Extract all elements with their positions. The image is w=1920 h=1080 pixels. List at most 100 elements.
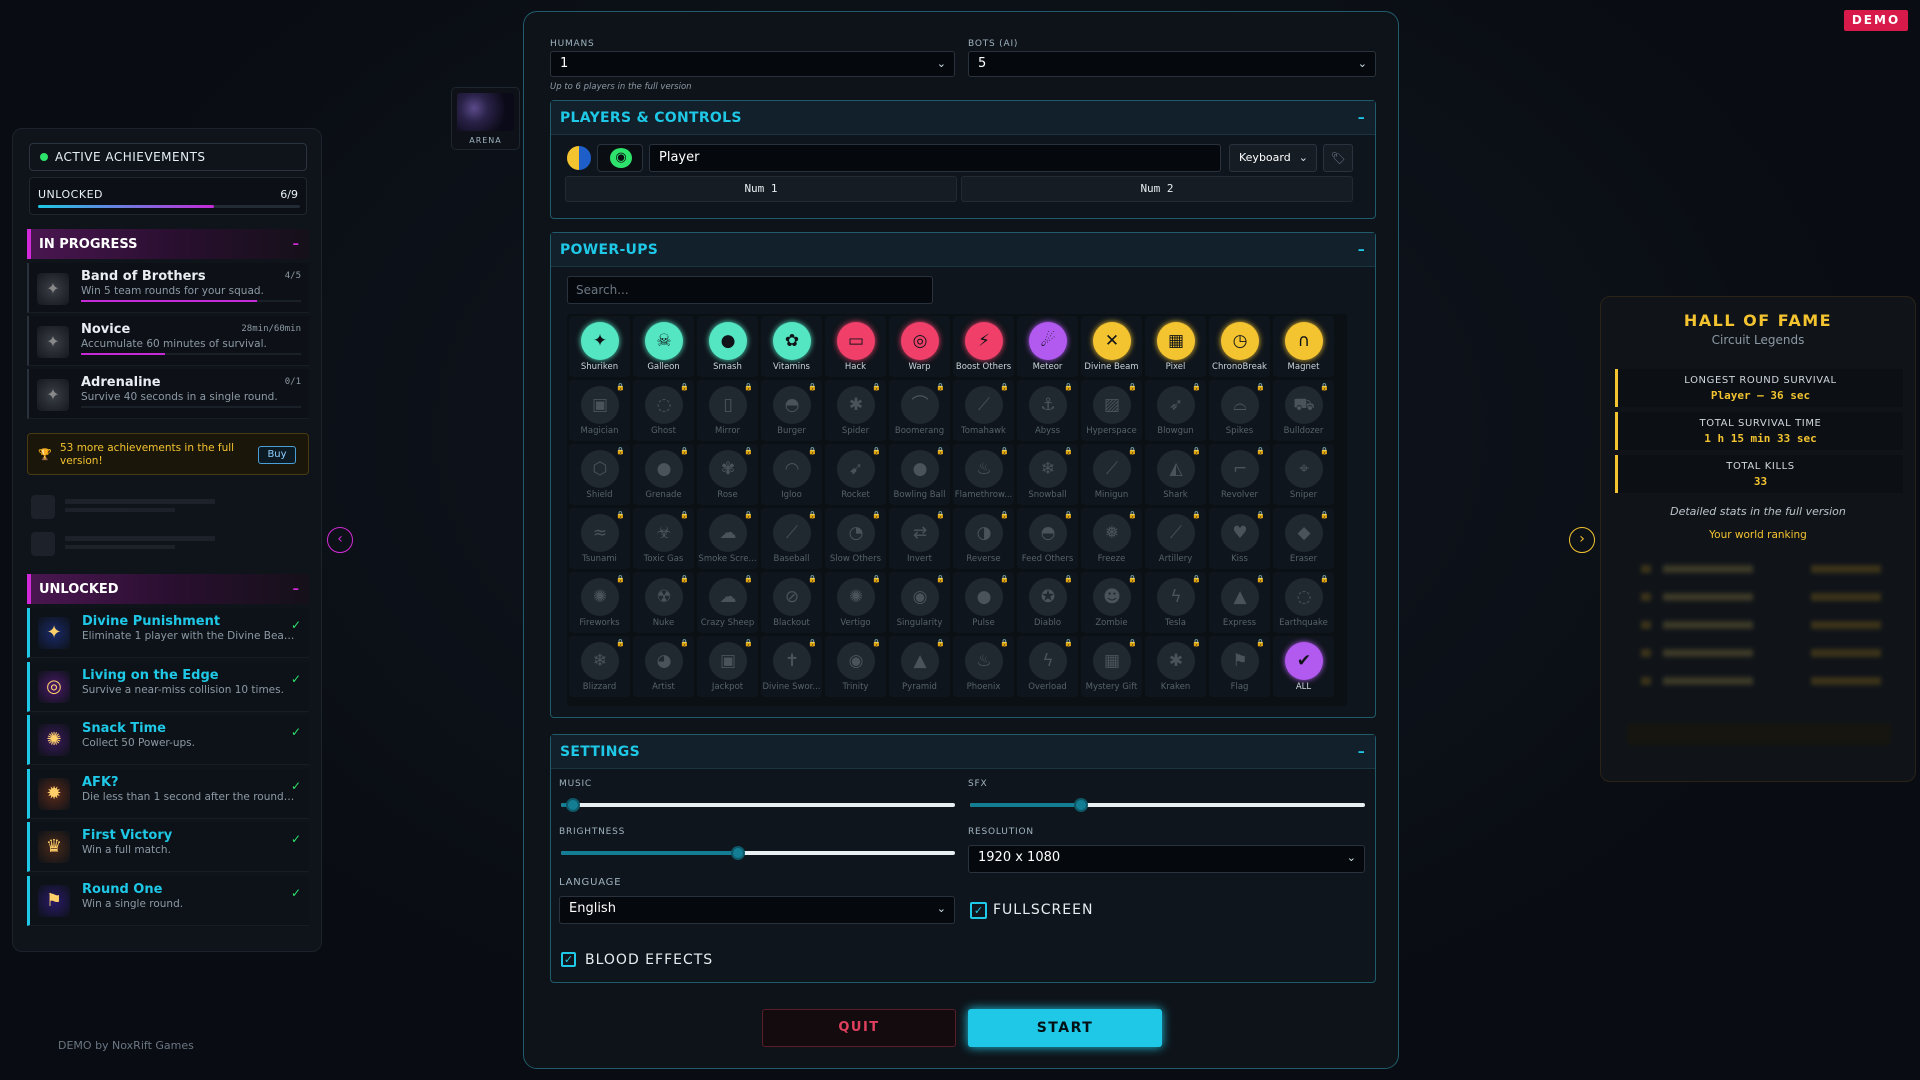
powerup-tile[interactable]: ▨ Hyperspace 🔒 [1081, 380, 1142, 441]
powerup-tile[interactable]: ✔ ALL [1273, 636, 1334, 697]
powerup-tile[interactable]: ∩ Magnet [1273, 316, 1334, 377]
powerup-tile[interactable]: ⌒ Boomerang 🔒 [889, 380, 950, 441]
powerup-tile[interactable]: ❅ Freeze 🔒 [1081, 508, 1142, 569]
powerup-tile[interactable]: ϟ Overload 🔒 [1017, 636, 1078, 697]
powerup-tile[interactable]: ✺ Vertigo 🔒 [825, 572, 886, 633]
powerup-tile[interactable]: ✕ Divine Beam [1081, 316, 1142, 377]
powerup-tile[interactable]: ▦ Mystery Gift 🔒 [1081, 636, 1142, 697]
powerup-tile[interactable]: ● Grenade 🔒 [633, 444, 694, 505]
powerup-tile[interactable]: ◓ Burger 🔒 [761, 380, 822, 441]
powerup-tile[interactable]: ◉ Trinity 🔒 [825, 636, 886, 697]
in-progress-section-header[interactable]: IN PROGRESS – [27, 229, 309, 259]
powerup-tile[interactable]: ● Smash [697, 316, 758, 377]
powerup-tile[interactable]: ▯ Mirror 🔒 [697, 380, 758, 441]
collapse-icon[interactable]: – [293, 237, 300, 252]
powerup-search-input[interactable]: Search... [567, 276, 933, 304]
arena-thumbnail[interactable]: ARENA [451, 87, 520, 150]
next-arrow-button[interactable]: › [1569, 527, 1595, 553]
start-button[interactable]: START [968, 1009, 1162, 1047]
humans-select[interactable]: 1 ⌄ [550, 51, 955, 77]
language-select[interactable]: English ⌄ [559, 896, 955, 924]
powerup-tile[interactable]: ◭ Shark 🔒 [1145, 444, 1206, 505]
powerup-tile[interactable]: ✪ Diablo 🔒 [1017, 572, 1078, 633]
powerup-tile[interactable]: ◔ Slow Others 🔒 [825, 508, 886, 569]
powerup-tile[interactable]: ☠ Galleon [633, 316, 694, 377]
powerup-tile[interactable]: ✾ Rose 🔒 [697, 444, 758, 505]
powerup-tile[interactable]: ⚓ Abyss 🔒 [1017, 380, 1078, 441]
powerup-tile[interactable]: ❄ Blizzard 🔒 [569, 636, 630, 697]
powerup-tile[interactable]: ✦ Shuriken [569, 316, 630, 377]
player-color-icon[interactable] [565, 144, 593, 172]
powerup-tile[interactable]: ⟋ Minigun 🔒 [1081, 444, 1142, 505]
powerup-tile[interactable]: ☄ Meteor [1017, 316, 1078, 377]
powerup-tile[interactable]: ⇄ Invert 🔒 [889, 508, 950, 569]
powerup-tile[interactable]: ✱ Kraken 🔒 [1145, 636, 1206, 697]
powerup-tile[interactable]: ⌓ Spikes 🔒 [1209, 380, 1270, 441]
music-slider-handle[interactable] [565, 798, 580, 812]
blood-effects-checkbox[interactable]: ✓ [561, 952, 576, 967]
brightness-slider-handle[interactable] [731, 846, 746, 860]
fullscreen-checkbox[interactable]: ✓ [970, 902, 987, 919]
settings-header[interactable]: SETTINGS – [551, 735, 1375, 769]
powerups-header[interactable]: POWER-UPS – [551, 233, 1375, 267]
powerup-tile[interactable]: ✱ Spider 🔒 [825, 380, 886, 441]
powerup-tile[interactable]: ▣ Magician 🔒 [569, 380, 630, 441]
powerup-tile[interactable]: ◷ ChronoBreak [1209, 316, 1270, 377]
powerup-tile[interactable]: ⬡ Shield 🔒 [569, 444, 630, 505]
key-left-button[interactable]: Num 1 [565, 176, 957, 202]
powerup-tile[interactable]: ♥ Kiss 🔒 [1209, 508, 1270, 569]
resolution-select[interactable]: 1920 x 1080 ⌄ [968, 845, 1365, 873]
players-controls-header[interactable]: PLAYERS & CONTROLS – [551, 101, 1375, 135]
sfx-slider[interactable] [970, 798, 1365, 812]
prev-arrow-button[interactable]: ‹ [327, 527, 353, 553]
powerup-tile[interactable]: ◆ Eraser 🔒 [1273, 508, 1334, 569]
powerup-tile[interactable]: ➶ Blowgun 🔒 [1145, 380, 1206, 441]
powerup-tile[interactable]: ◉ Singularity 🔒 [889, 572, 950, 633]
powerup-tile[interactable]: ☻ Zombie 🔒 [1081, 572, 1142, 633]
powerup-tile[interactable]: ✝ Divine Swor... 🔒 [761, 636, 822, 697]
powerup-tile[interactable]: ◌ Earthquake 🔒 [1273, 572, 1334, 633]
powerup-tile[interactable]: ⟋ Artillery 🔒 [1145, 508, 1206, 569]
powerup-tile[interactable]: ⟋ Baseball 🔒 [761, 508, 822, 569]
powerup-tile[interactable]: ♨ Flamethrow... 🔒 [953, 444, 1014, 505]
powerup-tile[interactable]: ☁ Smoke Scre... 🔒 [697, 508, 758, 569]
collapse-icon[interactable]: – [1358, 735, 1365, 769]
buy-button[interactable]: Buy [258, 446, 296, 464]
bots-select[interactable]: 5 ⌄ [968, 51, 1376, 77]
powerup-tile[interactable]: ❄ Snowball 🔒 [1017, 444, 1078, 505]
powerup-tile[interactable]: ≈ Tsunami 🔒 [569, 508, 630, 569]
powerup-tile[interactable]: ☣ Toxic Gas 🔒 [633, 508, 694, 569]
collapse-icon[interactable]: – [1358, 101, 1365, 135]
powerup-tile[interactable]: ✺ Fireworks 🔒 [569, 572, 630, 633]
powerup-tile[interactable]: ◎ Warp [889, 316, 950, 377]
powerup-tile[interactable]: ☢ Nuke 🔒 [633, 572, 694, 633]
player-avatar-button[interactable]: ◉ [597, 144, 643, 172]
powerup-tile[interactable]: ✿ Vitamins [761, 316, 822, 377]
collapse-icon[interactable]: – [293, 582, 300, 597]
player-name-input[interactable]: Player [649, 144, 1221, 172]
powerup-tile[interactable]: ⌐ Revolver 🔒 [1209, 444, 1270, 505]
music-slider[interactable] [561, 798, 955, 812]
powerup-tile[interactable]: ☁ Crazy Sheep 🔒 [697, 572, 758, 633]
powerup-tile[interactable]: ⊘ Blackout 🔒 [761, 572, 822, 633]
powerup-tile[interactable]: ◠ Igloo 🔒 [761, 444, 822, 505]
collapse-icon[interactable]: – [1358, 233, 1365, 267]
tag-icon[interactable]: 🏷 [1323, 144, 1353, 172]
unlocked-section-header[interactable]: UNLOCKED – [27, 574, 309, 604]
quit-button[interactable]: QUIT [762, 1009, 956, 1047]
powerup-tile[interactable]: ⛟ Bulldozer 🔒 [1273, 380, 1334, 441]
powerup-tile[interactable]: ⚡ Boost Others [953, 316, 1014, 377]
powerup-tile[interactable]: ● Bowling Ball 🔒 [889, 444, 950, 505]
powerup-tile[interactable]: ● Pulse 🔒 [953, 572, 1014, 633]
control-select[interactable]: Keyboard ⌄ [1229, 144, 1317, 172]
powerup-tile[interactable]: ➹ Rocket 🔒 [825, 444, 886, 505]
powerup-tile[interactable]: ▲ Pyramid 🔒 [889, 636, 950, 697]
sfx-slider-handle[interactable] [1073, 798, 1088, 812]
powerup-tile[interactable]: ▣ Jackpot 🔒 [697, 636, 758, 697]
powerup-tile[interactable]: ϟ Tesla 🔒 [1145, 572, 1206, 633]
powerup-tile[interactable]: ◓ Feed Others 🔒 [1017, 508, 1078, 569]
powerup-tile[interactable]: ▭ Hack [825, 316, 886, 377]
key-right-button[interactable]: Num 2 [961, 176, 1353, 202]
powerup-tile[interactable]: ▦ Pixel [1145, 316, 1206, 377]
powerup-tile[interactable]: ◑ Reverse 🔒 [953, 508, 1014, 569]
